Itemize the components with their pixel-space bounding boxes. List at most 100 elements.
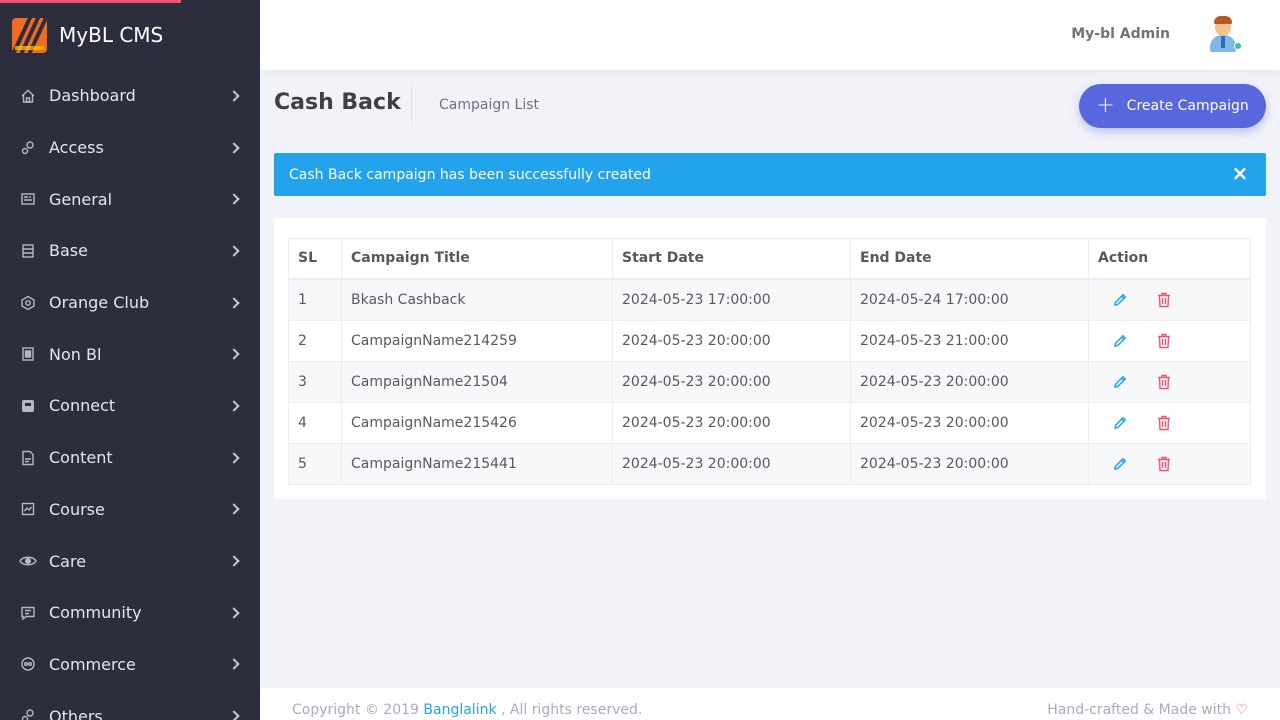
cell-start-date: 2024-05-23 20:00:00 [612,401,851,444]
edit-icon[interactable] [1109,412,1131,434]
table-row: 5 CampaignName215441 2024-05-23 20:00:00… [288,442,1251,485]
trash-icon[interactable] [1153,453,1175,475]
sidebar-item-connect[interactable]: Connect [0,380,260,432]
cell-action [1088,401,1251,444]
eye-icon [19,552,37,570]
campaign-table-card: SL Campaign Title Start Date End Date Ac… [274,218,1266,499]
sidebar-item-others[interactable]: Others [0,690,260,720]
sim-icon [19,345,37,363]
sidebar: MyBL CMS Dashboard Access General Base O… [0,0,260,720]
cell-sl: 5 [288,442,342,485]
page-title: Cash Back [274,90,401,115]
column-header-campaign-title: Campaign Title [341,238,613,280]
cell-campaign-title: CampaignName21504 [341,360,613,403]
sidebar-item-orange-club[interactable]: Orange Club [0,277,260,329]
create-campaign-button[interactable]: + Create Campaign [1079,84,1266,128]
sidebar-item-base[interactable]: Base [0,225,260,277]
sidebar-item-access[interactable]: Access [0,122,260,174]
trash-icon[interactable] [1153,412,1175,434]
cell-start-date: 2024-05-23 20:00:00 [612,442,851,485]
column-header-end-date: End Date [850,238,1089,280]
sidebar-item-label: Commerce [49,654,136,674]
gears-icon [19,139,37,157]
gears-icon [19,707,37,720]
chevron-right-icon [228,348,240,360]
table-header-row: SL Campaign Title Start Date End Date Ac… [288,238,1251,280]
sidebar-item-non-bl[interactable]: Non Bl [0,328,260,380]
money-icon [19,655,37,673]
book-icon [19,500,37,518]
cell-campaign-title: Bkash Cashback [341,278,613,321]
brand[interactable]: MyBL CMS [0,0,260,70]
cell-sl: 3 [288,360,342,403]
sidebar-item-label: Access [49,138,104,158]
sidebar-item-label: Non Bl [49,344,102,364]
cell-start-date: 2024-05-23 17:00:00 [612,278,851,321]
cell-start-date: 2024-05-23 20:00:00 [612,360,851,403]
chevron-right-icon [228,296,240,309]
chevron-right-icon [228,607,240,619]
company-link[interactable]: Banglalink [423,702,496,718]
table-row: 2 CampaignName214259 2024-05-23 20:00:00… [288,319,1251,362]
home-icon [19,87,37,105]
user-name[interactable]: My-bl Admin [1071,26,1170,42]
sidebar-item-dashboard[interactable]: Dashboard [0,70,260,122]
cell-end-date: 2024-05-23 20:00:00 [850,401,1089,444]
top-header: My-bl Admin [260,0,1280,70]
made-with-text: Hand-crafted & Made with [1047,702,1231,718]
chevron-right-icon [228,400,240,412]
sidebar-item-label: Orange Club [49,293,150,313]
sidebar-item-label: Content [49,448,113,468]
brand-logo [12,17,47,53]
sidebar-item-label: General [49,189,113,209]
sidebar-item-community[interactable]: Community [0,587,260,639]
cell-action [1088,442,1251,485]
sidebar-item-content[interactable]: Content [0,432,260,484]
sidebar-item-commerce[interactable]: Commerce [0,639,260,691]
cell-action [1088,360,1251,403]
table-row: 1 Bkash Cashback 2024-05-23 17:00:00 202… [288,278,1251,321]
column-header-start-date: Start Date [612,238,851,280]
sidebar-menu: Dashboard Access General Base Orange Clu… [0,70,260,720]
cell-campaign-title: CampaignName215441 [341,442,613,485]
chevron-right-icon [228,555,240,567]
chevron-right-icon [228,90,240,102]
sidebar-item-care[interactable]: Care [0,535,260,587]
heart-icon: ♡ [1235,702,1248,718]
newspaper-icon [19,190,37,208]
sidebar-item-general[interactable]: General [0,173,260,225]
chevron-right-icon [228,193,240,205]
sidebar-item-label: Dashboard [49,86,136,106]
chevron-right-icon [228,658,240,671]
cell-campaign-title: CampaignName215426 [341,401,613,444]
chevron-right-icon [228,710,240,720]
close-icon[interactable]: × [1230,163,1250,183]
sidebar-item-label: Others [49,706,103,720]
create-campaign-label: Create Campaign [1126,98,1249,114]
edit-icon[interactable] [1109,330,1131,352]
cell-end-date: 2024-05-23 20:00:00 [850,360,1089,403]
cell-sl: 2 [288,319,342,362]
sidebar-item-label: Care [49,551,87,571]
edit-icon[interactable] [1109,289,1131,311]
trash-icon[interactable] [1153,289,1175,311]
made-with: Hand-crafted & Made with ♡ [1047,702,1248,718]
avatar[interactable] [1206,16,1242,52]
cell-action [1088,319,1251,362]
sidebar-item-label: Connect [49,396,116,416]
edit-icon[interactable] [1109,371,1131,393]
cell-start-date: 2024-05-23 20:00:00 [612,319,851,362]
sidebar-item-label: Course [49,499,105,519]
trash-icon[interactable] [1153,330,1175,352]
sidebar-item-course[interactable]: Course [0,484,260,536]
sidebar-item-label: Base [49,241,88,261]
table-row: 4 CampaignName215426 2024-05-23 20:00:00… [288,401,1251,444]
online-status-icon [1234,42,1242,50]
footer: Copyright © 2019 Banglalink , All rights… [260,688,1280,720]
trash-icon[interactable] [1153,371,1175,393]
breadcrumb: Campaign List [439,97,540,113]
file-icon [19,449,37,467]
cell-end-date: 2024-05-23 21:00:00 [850,319,1089,362]
edit-icon[interactable] [1109,453,1131,475]
chevron-right-icon [228,245,240,257]
